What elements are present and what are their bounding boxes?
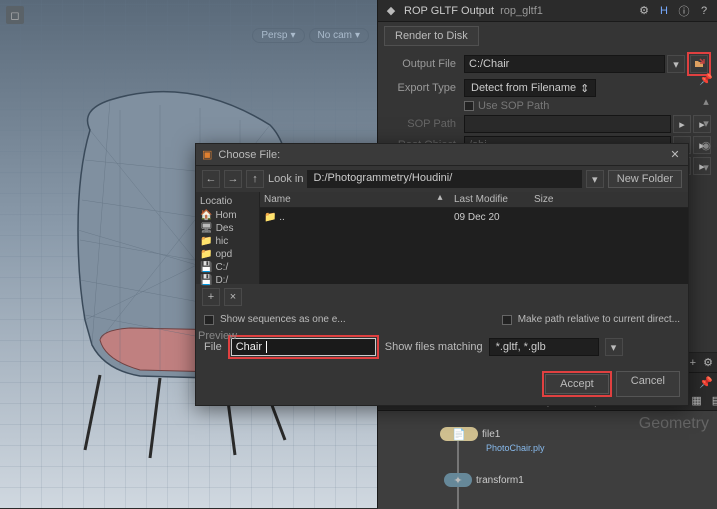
houdini-icon: ▣ (202, 148, 212, 161)
rop-node-name[interactable]: rop_gltf1 (500, 5, 543, 17)
network-type-label: Geometry (639, 415, 709, 433)
help-icon-2[interactable]: ? (697, 4, 711, 18)
node-file[interactable]: 📄 file1 (440, 427, 500, 441)
preview-label: Preview (198, 330, 237, 342)
camera-dropdown[interactable]: No cam ▾ (309, 28, 369, 43)
export-type-select[interactable]: Detect from Filename ⇕ (464, 79, 596, 97)
col-size[interactable]: Size (530, 192, 688, 207)
show-sequences-checkbox[interactable] (204, 315, 214, 325)
up-button[interactable]: ↑ (246, 170, 264, 188)
relative-path-checkbox[interactable] (502, 315, 512, 325)
chevron-down-icon: ▾ (290, 30, 295, 41)
pin-icon[interactable]: 📌 (697, 70, 715, 88)
file-name-input[interactable]: Chair (231, 338, 376, 356)
filter-select[interactable]: *.gltf, *.glb (489, 338, 599, 356)
gear-icon[interactable]: ⚙ (637, 4, 651, 18)
file-node-icon: 📄 (452, 428, 466, 441)
col-date[interactable]: Last Modifie (450, 192, 530, 207)
accept-button[interactable]: Accept (545, 374, 609, 394)
file-row-parent[interactable]: 📁 .. 09 Dec 20 (260, 208, 688, 227)
transform-node-icon: ✦ (453, 474, 462, 487)
use-sop-checkbox[interactable] (464, 101, 474, 111)
drive-icon: 💾 (200, 262, 212, 273)
target-icon[interactable]: ◉ (697, 136, 715, 154)
chevron-down-icon[interactable]: ▾ (605, 338, 623, 356)
col-name[interactable]: Name (260, 192, 430, 207)
folder-icon: 📁 (200, 236, 212, 247)
rop-header: ◆ ROP GLTF Output rop_gltf1 ⚙ H ⓘ ? (378, 0, 717, 22)
node-file-path: PhotoChair.ply (486, 443, 545, 453)
node-transform[interactable]: ✦ transform1 (444, 473, 524, 487)
folder-icon: 📁 (200, 249, 212, 260)
path-field[interactable]: D:/Photogrammetry/Houdini/ (307, 170, 581, 188)
gear-icon[interactable]: ⚙ (703, 356, 713, 369)
folder-icon: 📁 (264, 212, 276, 223)
pin-icon[interactable]: 📌 (699, 376, 713, 389)
file-label: File (204, 341, 222, 353)
sop-path-label: SOP Path (384, 118, 462, 130)
dialog-title: Choose File: (218, 149, 280, 161)
viewport-tool-icon[interactable]: ◻ (6, 6, 24, 24)
export-type-label: Export Type (384, 82, 462, 94)
add-tab-icon[interactable]: + (690, 357, 696, 369)
rop-title: ROP GLTF Output (404, 5, 494, 17)
nocam-label: No cam (318, 30, 352, 41)
match-label: Show files matching (385, 341, 483, 353)
location-item[interactable]: 🖥Des (198, 222, 257, 235)
desktop-icon: 🖥 (200, 223, 213, 234)
persp-dropdown[interactable]: Persp ▾ (252, 28, 304, 43)
add-location-button[interactable]: + (202, 288, 220, 306)
arrow-down-icon[interactable]: ▾ (697, 158, 715, 176)
remove-location-button[interactable]: × (224, 288, 242, 306)
output-file-label: Output File (384, 58, 462, 70)
updown-icon: ⇕ (580, 82, 589, 95)
forward-button[interactable]: → (224, 170, 242, 188)
location-item[interactable]: 📁hic (198, 235, 257, 248)
chevron-down-icon[interactable]: ▾ (586, 170, 604, 188)
location-item[interactable]: 🏠Hom (198, 209, 257, 222)
chevron-down-icon[interactable]: ▾ (667, 55, 685, 73)
location-item[interactable]: 💾C:/ (198, 261, 257, 274)
output-file-field[interactable]: C:/Chair (464, 55, 665, 73)
file-dialog: ▣ Choose File: ✕ ← → ↑ Look in D:/Photog… (195, 143, 689, 406)
close-icon[interactable]: ✕ (668, 148, 682, 161)
render-button[interactable]: Render to Disk (384, 26, 479, 46)
arrow-down-icon[interactable]: ▾ (697, 114, 715, 132)
file-list[interactable]: Name ▴ Last Modifie Size 📁 .. 09 Dec 20 (260, 192, 688, 284)
location-item[interactable]: 💾D:/ (198, 274, 257, 287)
new-folder-button[interactable]: New Folder (608, 170, 682, 188)
sop-path-field (464, 115, 671, 133)
network-canvas[interactable]: Geometry 📄 file1 PhotoChair.ply ✦ transf… (378, 411, 717, 509)
houdini-icon[interactable]: H (657, 4, 671, 18)
relative-path-label: Make path relative to current direct... (518, 314, 680, 325)
sort-icon[interactable]: ▴ (430, 192, 450, 207)
lookin-label: Look in (268, 173, 303, 185)
use-sop-label: Use SOP Path (478, 100, 549, 112)
back-button[interactable]: ← (202, 170, 220, 188)
node-icon: ◆ (384, 4, 398, 18)
drive-icon: 💾 (200, 275, 212, 286)
chevron-down-icon: ▾ (355, 30, 360, 41)
locations-heading: Locatio (198, 194, 257, 209)
persp-label: Persp (261, 30, 287, 41)
show-sequences-label: Show sequences as one e... (220, 314, 346, 325)
chooser-icon[interactable]: ▸ (673, 115, 691, 133)
grid-icon[interactable]: ▦ (691, 394, 701, 407)
cancel-button[interactable]: Cancel (616, 371, 680, 397)
help-icon[interactable]: ⓘ (677, 4, 691, 18)
location-item[interactable]: 📁opd (198, 248, 257, 261)
home-icon: 🏠 (200, 210, 212, 221)
arrow-up-icon[interactable]: ▴ (697, 92, 715, 110)
list-icon[interactable]: ▤ (712, 394, 717, 407)
